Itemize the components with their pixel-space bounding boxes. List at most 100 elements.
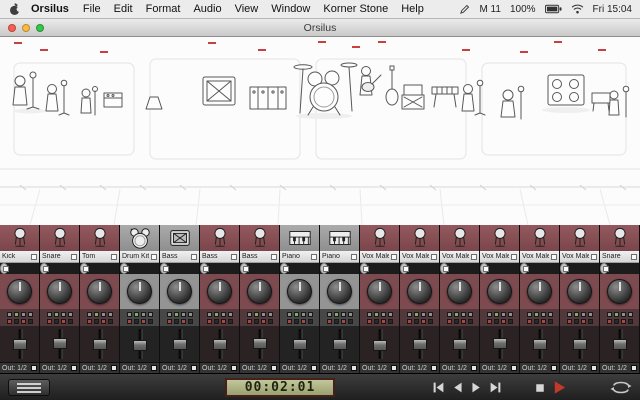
channel-instrument-cell[interactable] (280, 225, 319, 251)
volume-fader[interactable] (532, 338, 547, 350)
channel-instrument-cell[interactable] (320, 225, 359, 251)
channel-led[interactable] (133, 318, 139, 324)
channel-select-checkbox[interactable] (391, 253, 397, 260)
menu-item-korner-stone[interactable]: Korner Stone (323, 3, 388, 15)
channel-led[interactable] (166, 318, 172, 324)
volume-fader[interactable] (92, 338, 107, 350)
channel-led[interactable] (526, 318, 532, 324)
channel-led[interactable] (173, 318, 179, 324)
sketch-singer-5[interactable] (500, 85, 525, 120)
channel-led[interactable] (220, 311, 226, 317)
rewind-button[interactable] (451, 381, 464, 394)
out-checkbox[interactable] (231, 365, 237, 371)
sketch-keyboard[interactable] (431, 86, 459, 108)
out-checkbox[interactable] (471, 365, 477, 371)
channel-led[interactable] (453, 311, 459, 317)
channel-led[interactable] (53, 318, 59, 324)
volume-fader[interactable] (412, 338, 427, 350)
channel-led[interactable] (326, 311, 332, 317)
channel-led[interactable] (53, 311, 59, 317)
channel-led[interactable] (267, 311, 273, 317)
out-checkbox[interactable] (591, 365, 597, 371)
menu-item-window[interactable]: Window (271, 3, 310, 15)
channel-led[interactable] (547, 311, 553, 317)
channel-led[interactable] (507, 311, 513, 317)
sketch-drum-kit[interactable] (293, 62, 358, 116)
in-checkbox[interactable] (403, 265, 409, 272)
channel-led[interactable] (446, 311, 452, 317)
menu-item-audio[interactable]: Audio (193, 3, 221, 15)
channel-led[interactable] (373, 318, 379, 324)
menu-item-file[interactable]: File (83, 3, 101, 15)
channel-select-checkbox[interactable] (471, 253, 477, 260)
gain-knob[interactable] (327, 279, 352, 304)
channel-led[interactable] (573, 311, 579, 317)
channel-led[interactable] (246, 311, 252, 317)
channel-led[interactable] (347, 311, 353, 317)
in-checkbox[interactable] (443, 265, 449, 272)
in-checkbox[interactable] (363, 265, 369, 272)
channel-led[interactable] (147, 318, 153, 324)
channel-led[interactable] (6, 318, 12, 324)
gain-knob[interactable] (167, 279, 192, 304)
out-checkbox[interactable] (111, 365, 117, 371)
channel-led[interactable] (227, 311, 233, 317)
channel-led[interactable] (180, 318, 186, 324)
channel-led[interactable] (580, 311, 586, 317)
channel-led[interactable] (86, 311, 92, 317)
gain-knob[interactable] (567, 279, 592, 304)
channel-led[interactable] (387, 318, 393, 324)
channel-select-checkbox[interactable] (31, 253, 37, 260)
out-checkbox[interactable] (511, 365, 517, 371)
channel-instrument-cell[interactable] (160, 225, 199, 251)
channel-instrument-cell[interactable] (520, 225, 559, 251)
channel-led[interactable] (20, 318, 26, 324)
channel-led[interactable] (533, 318, 539, 324)
in-checkbox[interactable] (283, 265, 289, 272)
in-checkbox[interactable] (123, 265, 129, 272)
channel-led[interactable] (333, 311, 339, 317)
channel-led[interactable] (566, 311, 572, 317)
channel-instrument-cell[interactable] (400, 225, 439, 251)
channel-led[interactable] (427, 311, 433, 317)
in-checkbox[interactable] (83, 265, 89, 272)
channel-led[interactable] (307, 318, 313, 324)
channel-select-checkbox[interactable] (311, 253, 317, 260)
in-checkbox[interactable] (243, 265, 249, 272)
menu-item-view[interactable]: View (235, 3, 259, 15)
out-checkbox[interactable] (391, 365, 397, 371)
volume-fader[interactable] (612, 338, 627, 350)
channel-led[interactable] (606, 311, 612, 317)
channel-led[interactable] (180, 311, 186, 317)
channel-led[interactable] (93, 311, 99, 317)
out-checkbox[interactable] (271, 365, 277, 371)
out-checkbox[interactable] (71, 365, 77, 371)
channel-led[interactable] (406, 311, 412, 317)
channel-led[interactable] (107, 311, 113, 317)
channel-select-checkbox[interactable] (231, 253, 237, 260)
zoom-button[interactable] (36, 24, 44, 32)
volume-fader[interactable] (132, 339, 147, 351)
sketch-mic-stand-right[interactable] (608, 85, 630, 118)
gain-knob[interactable] (207, 279, 232, 304)
sketch-speaker-cabinet-2[interactable] (547, 74, 585, 106)
channel-led[interactable] (486, 311, 492, 317)
channel-led[interactable] (620, 311, 626, 317)
volume-fader[interactable] (572, 338, 587, 350)
channel-led[interactable] (166, 311, 172, 317)
channel-led[interactable] (13, 318, 19, 324)
channel-led[interactable] (107, 318, 113, 324)
channel-led[interactable] (540, 311, 546, 317)
channel-led[interactable] (467, 318, 473, 324)
channel-led[interactable] (206, 318, 212, 324)
channel-led[interactable] (6, 311, 12, 317)
channel-led[interactable] (46, 318, 52, 324)
channel-led[interactable] (507, 318, 513, 324)
channel-led[interactable] (380, 311, 386, 317)
channel-led[interactable] (260, 311, 266, 317)
channel-select-checkbox[interactable] (551, 253, 557, 260)
volume-fader[interactable] (12, 338, 27, 350)
out-checkbox[interactable] (31, 365, 37, 371)
channel-led[interactable] (446, 318, 452, 324)
channel-select-checkbox[interactable] (151, 253, 157, 260)
